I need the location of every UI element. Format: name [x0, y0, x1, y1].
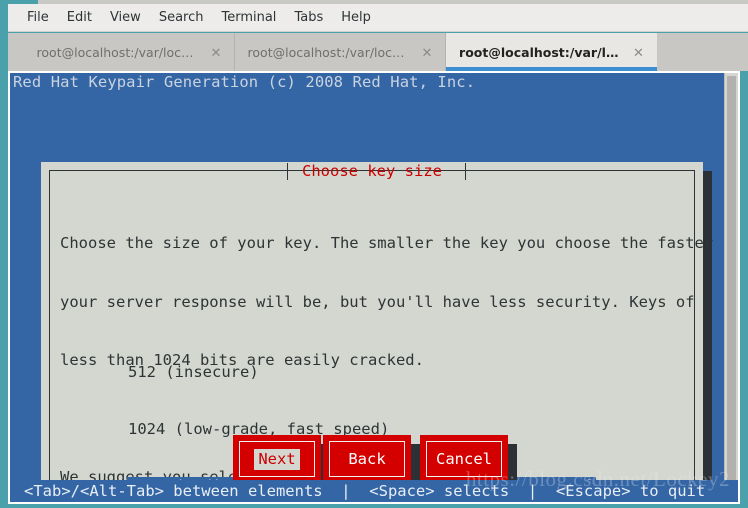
tab-2[interactable]: root@localhost:/var/lock… ✕	[235, 33, 446, 71]
cancel-button[interactable]: Cancel	[420, 435, 508, 483]
menu-item-search[interactable]: Search	[150, 7, 213, 28]
cancel-button-wrap: Cancel	[420, 435, 517, 492]
dialog-title: Choose key size	[302, 162, 442, 180]
menu-item-view[interactable]: View	[101, 7, 150, 28]
dialog-body-line-2: your server response will be, but you'll…	[60, 292, 695, 311]
menu-item-terminal[interactable]: Terminal	[212, 7, 285, 28]
terminal-frame: Red Hat Keypair Generation (c) 2008 Red …	[8, 71, 740, 504]
back-button-label: Back	[348, 449, 386, 468]
terminal-scrollbar-thumb[interactable]	[727, 76, 736, 488]
tab-3-label: root@localhost:/var/lock…	[459, 44, 619, 60]
tab-2-label: root@localhost:/var/lock…	[247, 44, 408, 60]
next-button-label: Next	[254, 448, 300, 470]
menu-item-tabs[interactable]: Tabs	[285, 7, 332, 28]
back-button[interactable]: Back	[323, 435, 411, 483]
menu-item-help[interactable]: Help	[332, 7, 380, 28]
tab-1-label: root@localhost:/var/lock…	[36, 44, 197, 60]
menu-item-file[interactable]: File	[18, 7, 58, 28]
dialog-title-separator-left	[287, 163, 288, 180]
terminal-header-line: Red Hat Keypair Generation (c) 2008 Red …	[13, 73, 476, 91]
back-button-wrap: Back	[323, 435, 420, 492]
terminal-screen[interactable]: Red Hat Keypair Generation (c) 2008 Red …	[10, 73, 738, 502]
tab-1[interactable]: root@localhost:/var/lock… ✕	[24, 33, 235, 71]
tab-3-active[interactable]: root@localhost:/var/lock… ✕	[446, 33, 657, 71]
menu-bar: File Edit View Search Terminal Tabs Help	[8, 4, 748, 32]
option-512[interactable]: 512 (insecure)	[127, 363, 596, 382]
tab-bar: root@localhost:/var/lock… ✕ root@localho…	[8, 33, 748, 71]
terminal-scrollbar[interactable]	[724, 73, 738, 502]
menu-item-edit[interactable]: Edit	[58, 7, 101, 28]
dialog-title-separator-right	[465, 163, 466, 180]
next-button-wrap: Next	[233, 435, 330, 492]
choose-key-size-dialog: Choose the size of your key. The smaller…	[41, 162, 713, 502]
cancel-button-label: Cancel	[436, 449, 492, 468]
tab-2-close-icon[interactable]: ✕	[422, 46, 433, 59]
terminal-help-line: <Tab>/<Alt-Tab> between elements | <Spac…	[10, 480, 738, 502]
tab-3-close-icon[interactable]: ✕	[633, 46, 644, 59]
dialog-body-line-1: Choose the size of your key. The smaller…	[60, 234, 714, 252]
tab-1-close-icon[interactable]: ✕	[211, 46, 222, 59]
next-button[interactable]: Next	[233, 435, 321, 483]
terminal-window: File Edit View Search Terminal Tabs Help…	[0, 0, 748, 508]
